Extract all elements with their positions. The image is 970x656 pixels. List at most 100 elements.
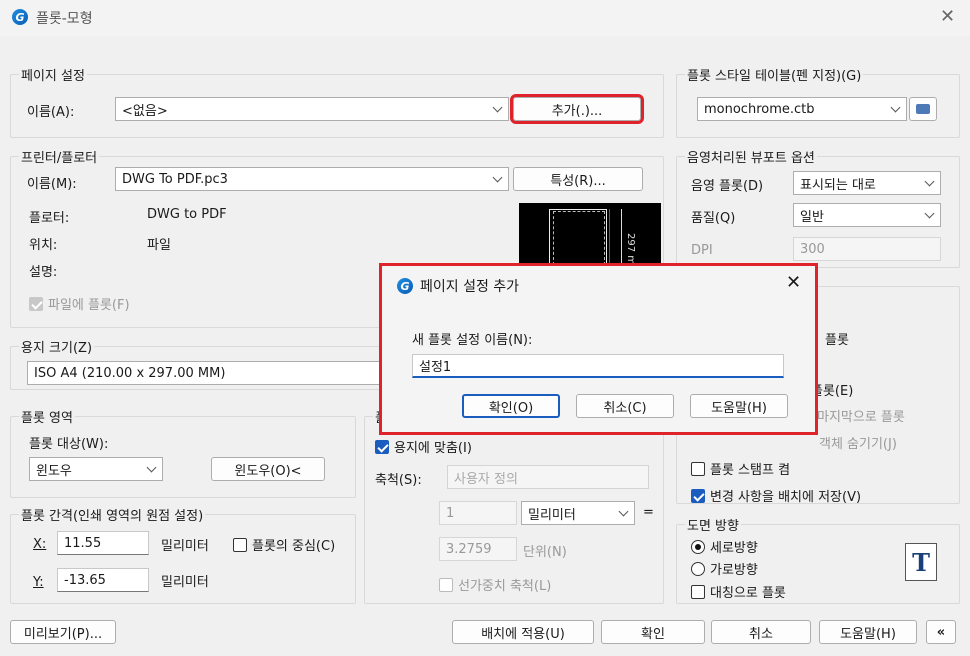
preview-button[interactable]: 미리보기(P)... <box>10 620 116 644</box>
plot-stamp-label: 플롯 스탬프 켬 <box>710 463 791 478</box>
page-setup-name-label: 이름(A): <box>27 105 75 120</box>
plot-area-label: 플롯 영역 <box>19 407 75 426</box>
edit-plot-style-button[interactable] <box>909 97 937 121</box>
lineweight-scale-label: 선가중치 축척(L) <box>458 579 552 594</box>
scale-numerator-input[interactable]: 1 <box>439 501 517 525</box>
window-select-button[interactable]: 윈도우(O)< <box>211 457 325 481</box>
portrait-radio[interactable]: 세로방향 <box>691 537 758 556</box>
chevron-down-icon <box>618 508 628 518</box>
dialog-title: 페이지 설정 추가 <box>420 279 520 295</box>
window-title: 플롯-모형 <box>36 11 93 27</box>
location-label: 위치: <box>29 238 58 253</box>
equals-sign: = <box>643 505 654 520</box>
scale-denominator-input[interactable]: 3.2759 <box>439 537 517 561</box>
printer-label: 프린터/플로터 <box>19 147 100 166</box>
page-setup-name-select[interactable]: <없음> <box>115 97 509 121</box>
shade-plot-label: 음영 플롯(D) <box>691 179 764 194</box>
scale-value: 사용자 정의 <box>454 471 518 487</box>
offset-y-input[interactable]: -13.65 <box>57 568 149 592</box>
offset-y-unit: 밀리미터 <box>161 575 209 590</box>
quality-select[interactable]: 일반 <box>793 203 941 227</box>
scale-unit-value: 밀리미터 <box>528 507 576 523</box>
dpi-input[interactable]: 300 <box>793 237 941 261</box>
landscape-label: 가로방향 <box>710 563 758 578</box>
portrait-label: 세로방향 <box>710 541 758 556</box>
paper-size-select[interactable]: ISO A4 (210.00 x 297.00 MM) <box>27 361 427 385</box>
upside-down-checkbox[interactable]: 대칭으로 플롯 <box>691 582 786 601</box>
page-setup-label: 페이지 설정 <box>19 65 87 84</box>
scale-units-label: 단위(N) <box>523 545 567 560</box>
close-icon[interactable]: ✕ <box>940 6 955 27</box>
plot-area-group: 플롯 영역 플롯 대상(W): 윈도우 윈도우(O)< <box>10 407 356 498</box>
plotter-value: DWG to PDF <box>147 207 227 222</box>
chevron-down-icon <box>492 104 502 114</box>
scale-unit-select[interactable]: 밀리미터 <box>521 501 635 525</box>
save-changes-label: 변경 사항을 배치에 저장(V) <box>710 490 862 505</box>
checkbox-icon <box>375 439 389 454</box>
landscape-radio[interactable]: 가로방향 <box>691 559 758 578</box>
radio-icon <box>691 539 705 554</box>
plot-style-group: 플롯 스타일 테이블(펜 지정)(G) monochrome.ctb <box>676 65 960 138</box>
plot-target-select[interactable]: 윈도우 <box>29 457 163 481</box>
printer-name-label: 이름(M): <box>27 177 77 192</box>
offset-x-label: X: <box>33 537 47 552</box>
cancel-button[interactable]: 취소 <box>711 620 811 644</box>
scale-select[interactable]: 사용자 정의 <box>447 465 649 489</box>
radio-icon <box>691 561 705 576</box>
printer-name-value: DWG To PDF.pc3 <box>122 171 228 187</box>
location-value: 파일 <box>147 238 171 253</box>
chevron-down-icon <box>924 178 934 188</box>
plot-offset-group: 플롯 간격(인쇄 영역의 원점 설정) X: 11.55 밀리미터 플롯의 중심… <box>10 505 356 604</box>
plot-style-value: monochrome.ctb <box>704 101 815 117</box>
dialog-close-icon[interactable]: ✕ <box>786 272 801 293</box>
help-button[interactable]: 도움말(H) <box>819 620 917 644</box>
offset-y-label: Y: <box>33 575 44 590</box>
new-setup-name-input[interactable]: 설정1 <box>412 354 784 378</box>
center-plot-checkbox[interactable]: 플롯의 중심(C) <box>233 535 335 554</box>
new-setup-name-label: 새 플롯 설정 이름(N): <box>412 333 533 348</box>
paper-size-label: 용지 크기(Z) <box>19 337 95 356</box>
offset-x-input[interactable]: 11.55 <box>57 531 149 555</box>
upside-down-label: 대칭으로 플롯 <box>710 586 786 601</box>
add-page-setup-button[interactable]: 추가(.)... <box>510 94 644 124</box>
printer-name-select[interactable]: DWG To PDF.pc3 <box>115 167 509 191</box>
option-hide-label: 객체 숨기기(J) <box>819 437 897 452</box>
plot-style-label: 플롯 스타일 테이블(펜 지정)(G) <box>685 65 864 84</box>
apply-to-layout-button[interactable]: 배치에 적용(U) <box>452 620 594 644</box>
checkbox-icon <box>691 584 705 599</box>
add-page-setup-dialog: G 페이지 설정 추가 ✕ 새 플롯 설정 이름(N): 설정1 확인(O) 취… <box>379 263 818 435</box>
save-changes-checkbox[interactable]: 변경 사항을 배치에 저장(V) <box>691 486 861 505</box>
quality-value: 일반 <box>800 209 824 225</box>
chevron-down-icon <box>146 464 156 474</box>
plot-target-value: 윈도우 <box>36 463 72 479</box>
shaded-viewport-group: 음영처리된 뷰포트 옵션 음영 플롯(D) 표시되는 대로 품질(Q) 일반 D… <box>676 147 960 268</box>
scale-label: 축척(S): <box>375 473 422 488</box>
plot-style-select[interactable]: monochrome.ctb <box>697 97 907 121</box>
ok-button[interactable]: 확인 <box>601 620 705 644</box>
dialog-help-button[interactable]: 도움말(H) <box>690 394 788 418</box>
plot-offset-label: 플롯 간격(인쇄 영역의 원점 설정) <box>19 505 206 524</box>
center-plot-label: 플롯의 중심(C) <box>252 539 336 554</box>
printer-edit-icon <box>916 104 930 114</box>
chevron-down-icon <box>924 210 934 220</box>
plot-to-file-label: 파일에 플롯(F) <box>48 298 130 313</box>
dialog-cancel-button[interactable]: 취소(C) <box>576 394 674 418</box>
orientation-group: 도면 방향 세로방향 가로방향 대칭으로 플롯 T <box>676 515 960 604</box>
fit-to-paper-checkbox[interactable]: 용지에 맞춤(I) <box>375 437 472 456</box>
paper-size-value: ISO A4 (210.00 x 297.00 MM) <box>34 365 226 381</box>
plot-scale-group: 플 용지에 맞춤(I) 축척(S): 사용자 정의 1 밀리미터 = 3.275… <box>364 407 664 604</box>
plot-stamp-checkbox[interactable]: 플롯 스탬프 켬 <box>691 459 790 478</box>
dialog-ok-button[interactable]: 확인(O) <box>462 394 560 418</box>
shade-plot-select[interactable]: 표시되는 대로 <box>793 171 941 195</box>
plot-to-file-checkbox[interactable]: 파일에 플롯(F) <box>29 294 130 313</box>
option-background-label: 플롯 <box>825 333 849 348</box>
lineweight-scale-checkbox[interactable]: 선가중치 축척(L) <box>439 575 551 594</box>
printer-properties-button[interactable]: 특성(R)... <box>513 167 643 191</box>
checkbox-icon <box>29 296 43 311</box>
dpi-label: DPI <box>691 243 713 258</box>
collapse-icon[interactable]: « <box>926 620 956 644</box>
chevron-down-icon <box>492 174 502 184</box>
checkbox-icon <box>691 461 705 476</box>
shade-plot-value: 표시되는 대로 <box>800 177 876 193</box>
page-setup-name-value: <없음> <box>122 103 168 119</box>
